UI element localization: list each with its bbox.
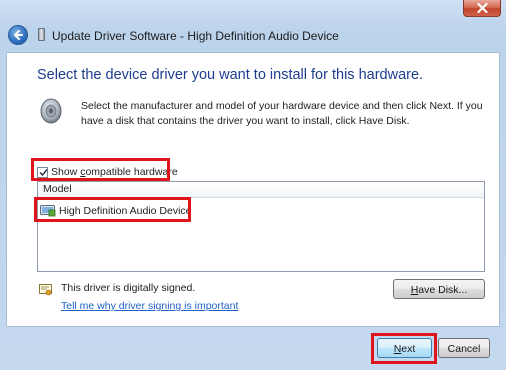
dialog-window: Update Driver Software - High Definition… <box>0 0 506 370</box>
back-button[interactable] <box>8 25 28 45</box>
instruction-text: Select the manufacturer and model of you… <box>81 100 483 127</box>
driver-signed-status: This driver is digitally signed. <box>61 282 196 294</box>
device-manager-icon <box>38 28 45 41</box>
speaker-icon <box>40 98 62 124</box>
model-list[interactable]: Model High Definition Audio Device <box>37 181 485 272</box>
window-title: Update Driver Software - High Definition… <box>52 29 339 43</box>
driver-signing-link[interactable]: Tell me why driver signing is important <box>61 300 238 312</box>
highlight-list-item <box>34 197 191 222</box>
highlight-next-button <box>371 333 437 364</box>
page-heading: Select the device driver you want to ins… <box>37 67 424 83</box>
title-bar: Update Driver Software - High Definition… <box>0 0 506 50</box>
certificate-icon <box>39 284 52 296</box>
highlight-show-compatible <box>31 158 170 181</box>
content-panel: Select the device driver you want to ins… <box>6 52 500 327</box>
close-button[interactable] <box>463 0 501 17</box>
model-column-header: Model <box>43 183 72 195</box>
cancel-button[interactable]: Cancel <box>438 338 490 358</box>
have-disk-button[interactable]: Have Disk... <box>393 279 485 299</box>
close-icon <box>477 3 488 13</box>
list-header[interactable]: Model <box>38 182 484 198</box>
have-disk-label: ave Disk... <box>418 284 468 296</box>
back-arrow-icon <box>14 30 23 40</box>
